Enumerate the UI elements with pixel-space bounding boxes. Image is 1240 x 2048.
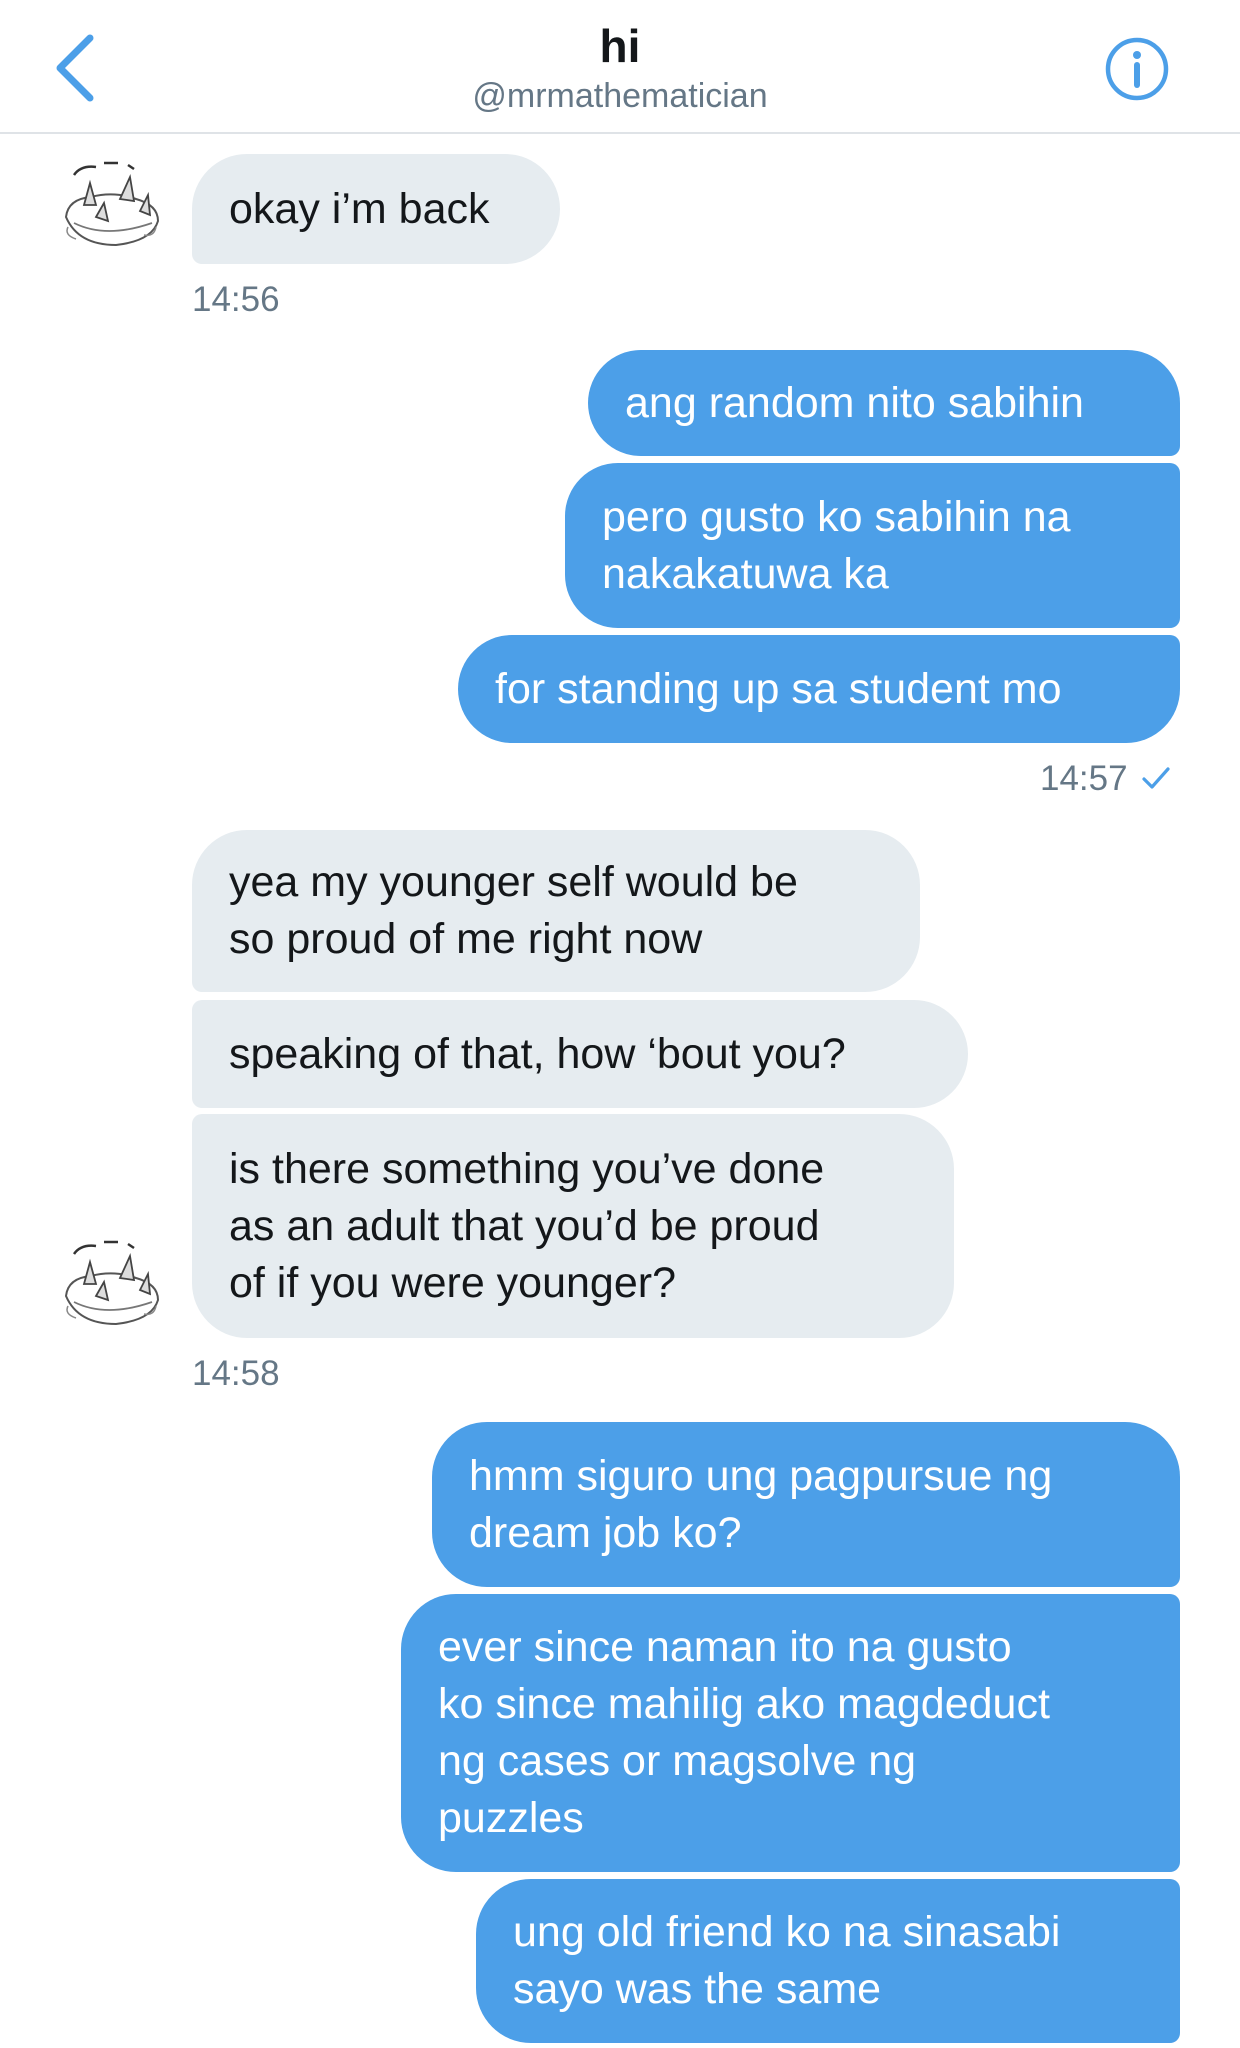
message-bubble-outgoing[interactable]: ung old friend ko na sinasabi sayo was t… [476, 1879, 1180, 2043]
conversation-title: hi [599, 20, 641, 72]
message-bubble-outgoing[interactable]: ang random nito sabihin [588, 350, 1180, 456]
avatar-sketch-icon [64, 1240, 160, 1326]
message-timestamp: 14:58 [192, 1354, 280, 1393]
message-bubble-outgoing[interactable]: for standing up sa student mo [458, 635, 1180, 743]
conversation-handle: @mrmathematician [472, 77, 768, 115]
message-bubble-outgoing[interactable]: ever since naman ito na gusto ko since m… [401, 1594, 1180, 1872]
message-bubble-outgoing[interactable]: hmm siguro ung pagpursue ng dream job ko… [432, 1422, 1180, 1587]
check-icon [1141, 767, 1170, 789]
contact-avatar[interactable] [56, 155, 166, 265]
message-timestamp: 14:56 [192, 280, 280, 319]
info-icon [1105, 37, 1169, 101]
info-button[interactable] [1104, 36, 1170, 102]
message-bubble-outgoing[interactable]: pero gusto ko sabihin na nakakatuwa ka [565, 463, 1180, 628]
message-bubble-incoming[interactable]: speaking of that, how ‘bout you? [192, 1000, 968, 1108]
message-bubble-incoming[interactable]: yea my younger self would be so proud of… [192, 830, 920, 992]
contact-avatar[interactable] [56, 1234, 166, 1344]
message-bubble-incoming[interactable]: okay i’m back [192, 154, 560, 264]
message-bubble-incoming[interactable]: is there something you’ve done as an adu… [192, 1114, 954, 1338]
message-timestamp: 14:57 [1040, 757, 1172, 801]
timestamp-text: 14:57 [1040, 759, 1128, 798]
conversation-header: hi @mrmathematician [0, 0, 1240, 134]
avatar-sketch-icon [64, 161, 160, 247]
